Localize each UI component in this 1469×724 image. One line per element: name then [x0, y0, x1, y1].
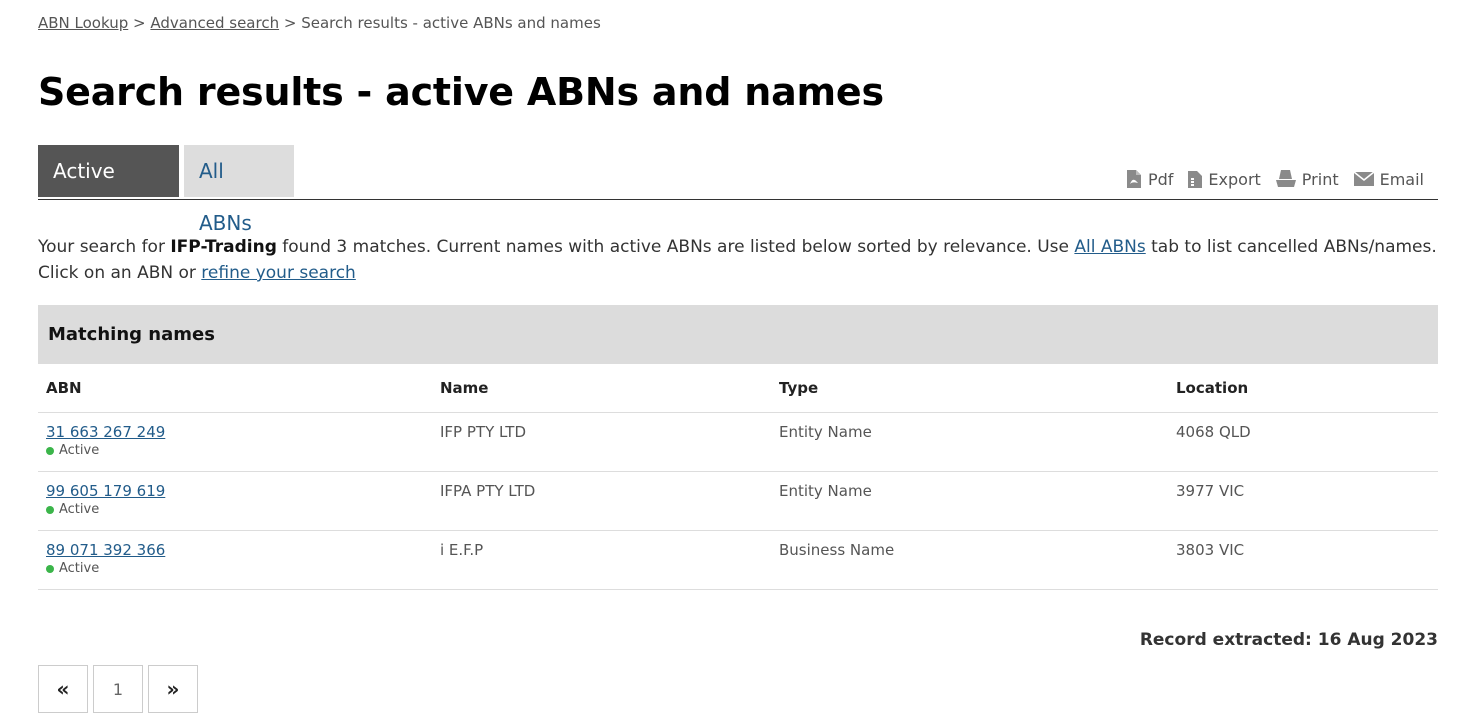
status-badge: Active: [46, 502, 424, 517]
breadcrumb-separator: >: [283, 14, 297, 32]
pagination-prev-button[interactable]: «: [38, 665, 88, 713]
location-cell: 4068 QLD: [1168, 412, 1438, 472]
results-table: ABN Name Type Location 31 663 267 249 Ac…: [38, 364, 1438, 590]
column-header-type: Type: [771, 364, 1168, 413]
table-row: 89 071 392 366 Active i E.F.P Business N…: [38, 530, 1438, 590]
breadcrumb-home-link[interactable]: ABN Lookup: [38, 14, 128, 32]
status-label: Active: [59, 443, 100, 458]
status-dot-icon: [46, 446, 54, 455]
search-summary: Your search for IFP-Trading found 3 matc…: [38, 234, 1438, 286]
toolbar: Pdf Export Print Email: [1125, 169, 1424, 189]
page-title: Search results - active ABNs and names: [38, 70, 884, 114]
abn-cell: 31 663 267 249 Active: [38, 412, 432, 472]
all-abns-link[interactable]: All ABNs: [1074, 237, 1145, 257]
search-term: IFP-Trading: [170, 237, 277, 257]
breadcrumb-separator: >: [133, 14, 146, 32]
pdf-icon: [1125, 169, 1143, 189]
matching-names-heading: Matching names: [38, 305, 1438, 364]
status-badge: Active: [46, 561, 424, 576]
export-button[interactable]: Export: [1187, 169, 1261, 189]
status-label: Active: [59, 502, 100, 517]
abn-link[interactable]: 31 663 267 249: [46, 423, 165, 441]
column-header-abn: ABN: [38, 364, 432, 413]
type-cell: Business Name: [771, 530, 1168, 590]
table-row: 99 605 179 619 Active IFPA PTY LTD Entit…: [38, 471, 1438, 531]
breadcrumb: ABN Lookup > Advanced search > Search re…: [38, 14, 601, 32]
breadcrumb-current: Search results - active ABNs and names: [301, 14, 601, 32]
name-cell: IFP PTY LTD: [432, 412, 771, 472]
abn-cell: 99 605 179 619 Active: [38, 471, 432, 531]
pagination: « 1 »: [38, 665, 198, 713]
tab-all-abns[interactable]: All ABNs: [184, 145, 294, 235]
status-dot-icon: [46, 505, 54, 514]
email-icon: [1353, 170, 1375, 188]
page: ABN Lookup > Advanced search > Search re…: [0, 0, 1469, 724]
pdf-label: Pdf: [1147, 169, 1174, 189]
next-label: »: [166, 677, 180, 701]
print-label: Print: [1301, 169, 1339, 189]
summary-text: found 3 matches. Current names with acti…: [282, 237, 1069, 257]
pdf-button[interactable]: Pdf: [1125, 169, 1173, 189]
email-button[interactable]: Email: [1353, 169, 1424, 189]
email-label: Email: [1379, 169, 1424, 189]
status-label: Active: [59, 561, 100, 576]
tab-bar: Active ABNs All ABNs Pdf Export Print Em…: [38, 145, 1438, 235]
prev-label: «: [56, 677, 70, 701]
refine-search-link[interactable]: refine your search: [201, 263, 356, 283]
table-row: 31 663 267 249 Active IFP PTY LTD Entity…: [38, 412, 1438, 472]
type-cell: Entity Name: [771, 412, 1168, 472]
export-icon: [1187, 169, 1203, 189]
print-button[interactable]: Print: [1275, 169, 1339, 189]
location-cell: 3977 VIC: [1168, 471, 1438, 531]
pagination-next-button[interactable]: »: [148, 665, 198, 713]
print-icon: [1275, 169, 1297, 189]
abn-cell: 89 071 392 366 Active: [38, 530, 432, 590]
tab-active-abns[interactable]: Active ABNs: [38, 145, 179, 235]
status-badge: Active: [46, 443, 424, 458]
column-header-location: Location: [1168, 364, 1438, 413]
location-cell: 3803 VIC: [1168, 530, 1438, 590]
abn-link[interactable]: 99 605 179 619: [46, 482, 165, 500]
type-cell: Entity Name: [771, 471, 1168, 531]
table-header-row: ABN Name Type Location: [38, 364, 1438, 413]
summary-text: Your search for: [38, 237, 165, 257]
export-label: Export: [1208, 169, 1261, 189]
name-cell: IFPA PTY LTD: [432, 471, 771, 531]
column-header-name: Name: [432, 364, 771, 413]
pagination-page-1[interactable]: 1: [93, 665, 143, 713]
record-extracted-date: Record extracted: 16 Aug 2023: [1139, 630, 1438, 650]
name-cell: i E.F.P: [432, 530, 771, 590]
abn-link[interactable]: 89 071 392 366: [46, 541, 165, 559]
breadcrumb-advanced-search-link[interactable]: Advanced search: [150, 14, 279, 32]
status-dot-icon: [46, 564, 54, 573]
